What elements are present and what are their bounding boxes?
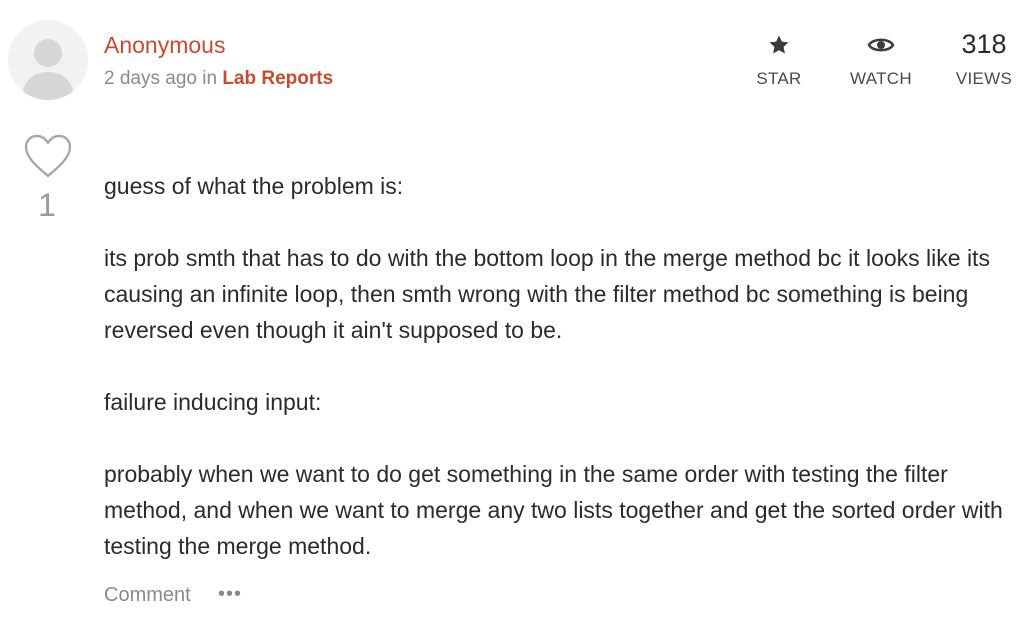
category-link[interactable]: Lab Reports (222, 68, 333, 89)
post-paragraph: probably when we want to do get somethin… (104, 461, 1003, 559)
post-meta: 2 days ago in Lab Reports (104, 66, 333, 92)
user-avatar-icon (8, 20, 88, 100)
post-paragraph: failure inducing input: (104, 389, 322, 415)
watch-button[interactable]: WATCH (841, 28, 921, 90)
views-stat: 318 VIEWS (944, 28, 1024, 90)
post-meta-in: in (202, 68, 218, 89)
watch-label: WATCH (850, 69, 912, 88)
post-paragraph: guess of what the problem is: (104, 173, 404, 199)
star-button[interactable]: STAR (739, 28, 819, 90)
heart-icon[interactable] (22, 132, 74, 180)
eye-icon (867, 38, 895, 52)
post-body: guess of what the problem is: its prob s… (104, 168, 1024, 564)
more-options-icon[interactable]: ••• (218, 580, 242, 608)
avatar[interactable] (8, 20, 88, 100)
star-icon (769, 35, 789, 54)
comment-button[interactable]: Comment (104, 580, 191, 610)
views-label: VIEWS (955, 69, 1013, 88)
post-time: 2 days ago (104, 68, 197, 89)
post-paragraph: its prob smth that has to do with the bo… (104, 245, 990, 343)
author-name-link[interactable]: Anonymous (104, 29, 225, 61)
views-count: 318 (961, 29, 1007, 59)
star-label: STAR (756, 69, 802, 88)
like-count: 1 (38, 187, 56, 223)
